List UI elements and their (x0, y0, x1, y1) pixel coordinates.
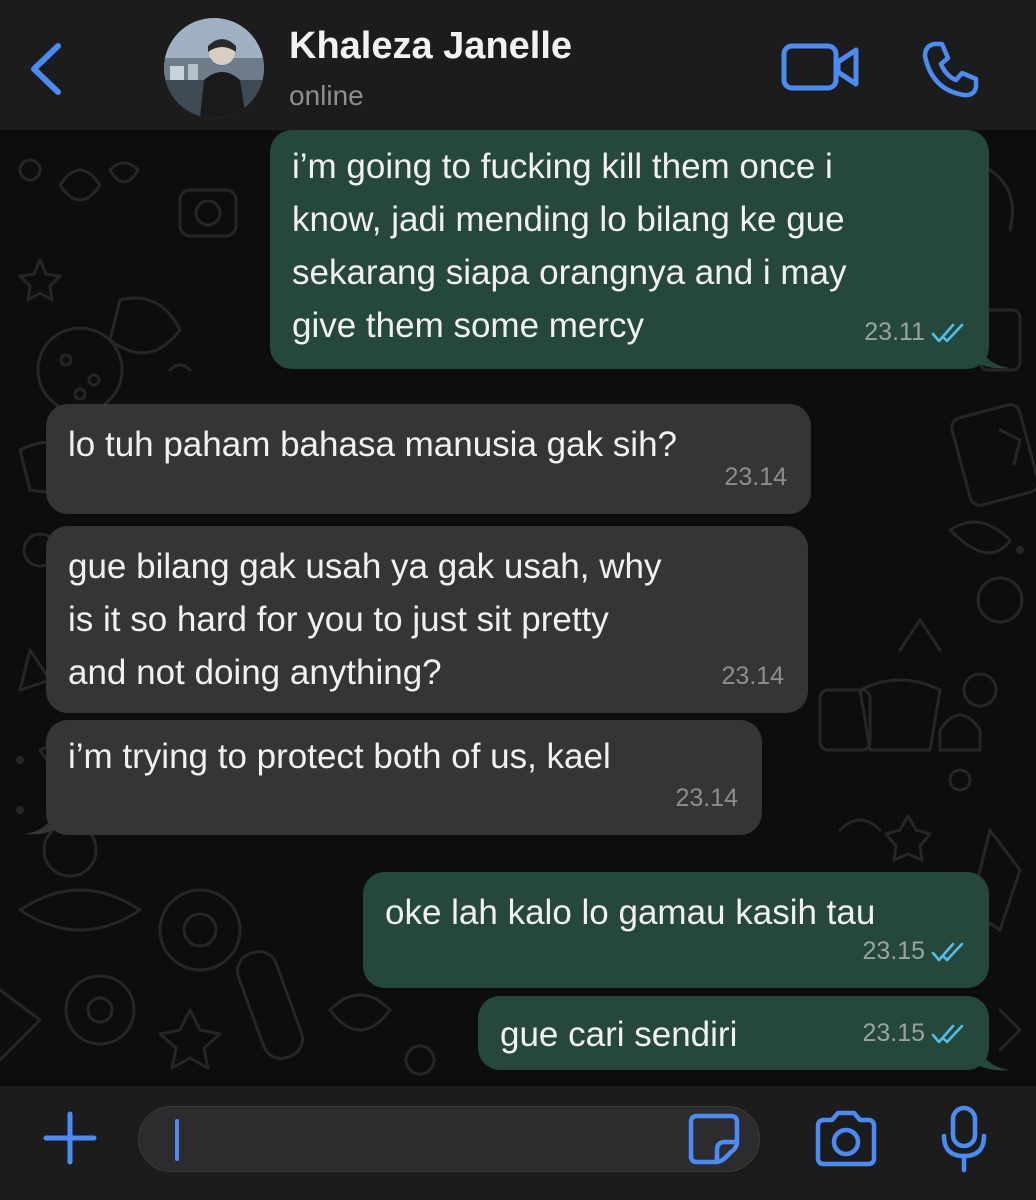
message-bubble-incoming[interactable]: gue bilang gak usah ya gak usah, why is … (46, 526, 808, 713)
message-bubble-outgoing[interactable]: gue cari sendiri 23.15 (478, 996, 989, 1070)
video-camera-icon[interactable] (780, 40, 860, 94)
camera-icon[interactable] (812, 1110, 880, 1168)
contact-name[interactable]: Khaleza Janelle (289, 25, 572, 68)
chat-header: Khaleza Janelle online (0, 0, 1036, 130)
microphone-icon[interactable] (938, 1104, 990, 1174)
message-text: gue bilang gak usah ya gak usah, why is … (68, 547, 662, 692)
message-text: lo tuh paham bahasa manusia gak sih? (68, 425, 678, 464)
message-time: 23.15 (862, 1019, 925, 1047)
phone-icon[interactable] (920, 38, 982, 100)
bubble-tail (976, 334, 1010, 369)
message-bubble-outgoing[interactable]: oke lah kalo lo gamau kasih tau 23.15 (363, 872, 989, 988)
plus-icon[interactable] (40, 1108, 100, 1168)
message-meta: 23.15 (862, 1007, 965, 1060)
message-time: 23.15 (862, 937, 925, 965)
chat-area[interactable]: i’m going to fucking kill them once i kn… (0, 130, 1036, 1086)
bubble-tail (976, 1036, 1010, 1071)
message-time: 23.14 (724, 463, 787, 491)
message-meta: 23.15 (862, 925, 965, 978)
message-meta: 23.14 (675, 772, 738, 825)
input-bar (0, 1086, 1036, 1200)
bubble-tail (24, 800, 58, 835)
double-check-icon (931, 1024, 964, 1043)
message-time: 23.14 (675, 784, 738, 812)
avatar-photo (164, 18, 264, 118)
avatar[interactable] (164, 18, 264, 118)
message-meta: 23.14 (724, 451, 787, 504)
message-time: 23.14 (721, 662, 784, 690)
message-bubble-incoming[interactable]: lo tuh paham bahasa manusia gak sih? 23.… (46, 404, 811, 514)
message-bubble-incoming[interactable]: i’m trying to protect both of us, kael 2… (46, 720, 762, 835)
message-input[interactable] (138, 1106, 760, 1172)
sticker-icon[interactable] (687, 1112, 741, 1166)
message-meta: 23.11 (864, 306, 965, 359)
message-text: i’m trying to protect both of us, kael (68, 737, 611, 776)
message-time: 23.11 (864, 318, 925, 346)
double-check-icon (931, 323, 964, 342)
chevron-left-icon[interactable] (22, 38, 72, 100)
text-cursor (175, 1119, 179, 1161)
message-bubble-outgoing[interactable]: i’m going to fucking kill them once i kn… (270, 130, 989, 369)
contact-status: online (289, 80, 364, 111)
double-check-icon (931, 942, 964, 961)
message-meta: 23.14 (721, 650, 784, 703)
